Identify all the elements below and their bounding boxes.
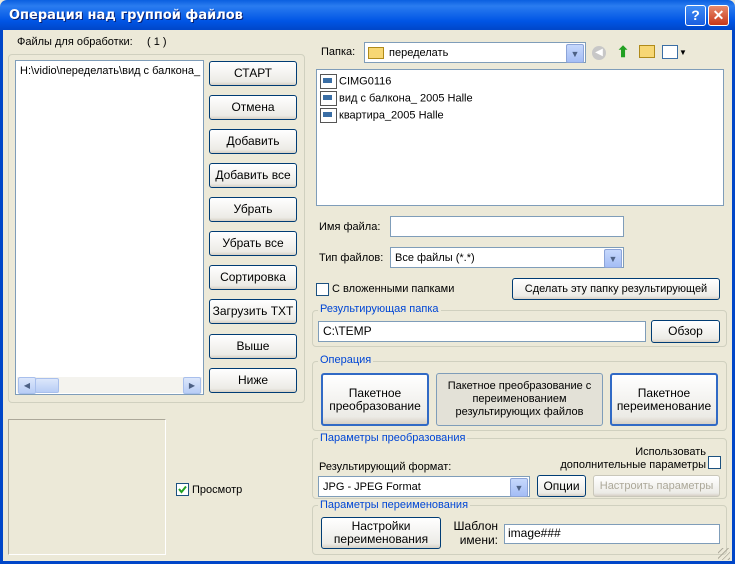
- close-button[interactable]: ✕: [708, 5, 729, 26]
- files-count: ( 1 ): [147, 36, 167, 48]
- operation-title: Операция: [318, 354, 374, 366]
- remove-button[interactable]: Убрать: [209, 197, 297, 222]
- cancel-button[interactable]: Отмена: [209, 95, 297, 120]
- filename-input[interactable]: [390, 216, 624, 237]
- add-all-button[interactable]: Добавить все: [209, 163, 297, 188]
- result-folder-input[interactable]: C:\TEMP: [318, 321, 646, 342]
- video-file-icon: [320, 74, 337, 89]
- up-button[interactable]: Выше: [209, 334, 297, 359]
- batch-convert-rename-button[interactable]: Пакетное преобразование с переименование…: [436, 373, 603, 426]
- start-button[interactable]: СТАРТ: [209, 61, 297, 86]
- chevron-down-icon[interactable]: ▼: [566, 44, 584, 63]
- batch-rename-button[interactable]: Пакетное переименование: [610, 373, 718, 426]
- subfolders-checkbox[interactable]: [316, 283, 329, 296]
- convert-params-title: Параметры преобразования: [318, 432, 468, 444]
- use-extra-label[interactable]: Использовать дополнительные параметры: [556, 446, 706, 472]
- folder-label: Папка:: [321, 46, 356, 58]
- format-value: JPG - JPEG Format: [323, 481, 421, 493]
- check-icon: [178, 485, 187, 494]
- video-file-icon: [320, 108, 337, 123]
- template-input[interactable]: image###: [504, 524, 720, 544]
- files-label: Файлы для обработки:: [17, 36, 133, 48]
- format-select[interactable]: JPG - JPEG Format ▼: [318, 476, 530, 497]
- list-item[interactable]: CIMG0116: [320, 74, 391, 89]
- make-result-folder-button[interactable]: Сделать эту папку результирующей: [512, 278, 720, 300]
- down-button[interactable]: Ниже: [209, 368, 297, 393]
- rename-params-title: Параметры переименования: [318, 499, 471, 511]
- sort-button[interactable]: Сортировка: [209, 265, 297, 290]
- resize-grip-icon[interactable]: [718, 548, 730, 560]
- template-label: Шаблон имени:: [453, 519, 498, 547]
- list-item[interactable]: вид с балкона_ 2005 Halle: [320, 91, 473, 106]
- preview-checkbox[interactable]: [176, 483, 189, 496]
- options-button[interactable]: Опции: [537, 475, 586, 497]
- view-menu-icon[interactable]: [662, 45, 678, 59]
- list-item[interactable]: H:\vidio\переделать\вид с балкона_: [20, 65, 204, 77]
- view-chevron-icon[interactable]: ▼: [679, 48, 687, 57]
- configure-params-button[interactable]: Настроить параметры: [593, 475, 720, 497]
- filetype-select[interactable]: Все файлы (*.*) ▼: [390, 247, 624, 268]
- browse-button[interactable]: Обзор: [651, 320, 720, 343]
- files-list[interactable]: H:\vidio\переделать\вид с балкона_ ◀ ▶: [15, 60, 204, 395]
- filename-label: Имя файла:: [319, 221, 381, 233]
- folder-files-list[interactable]: CIMG0116 вид с балкона_ 2005 Halle кварт…: [316, 69, 724, 206]
- filetype-label: Тип файлов:: [319, 252, 384, 264]
- folder-icon: [368, 46, 384, 59]
- rename-settings-button[interactable]: Настройки переименования: [321, 517, 441, 549]
- load-txt-button[interactable]: Загрузить TXT: [209, 299, 297, 324]
- list-item[interactable]: квартира_2005 Halle: [320, 108, 444, 123]
- horizontal-scrollbar[interactable]: ◀ ▶: [17, 377, 202, 394]
- chevron-down-icon[interactable]: ▼: [510, 478, 528, 497]
- chevron-down-icon[interactable]: ▼: [604, 249, 622, 268]
- format-label: Результирующий формат:: [319, 461, 452, 473]
- add-button[interactable]: Добавить: [209, 129, 297, 154]
- back-icon[interactable]: ◀: [592, 46, 606, 60]
- preview-label[interactable]: Просмотр: [192, 484, 242, 496]
- help-button[interactable]: ?: [685, 5, 706, 26]
- up-folder-icon[interactable]: ⬆: [615, 43, 631, 61]
- folder-select[interactable]: переделать ▼: [364, 42, 586, 63]
- window-title: Операция над группой файлов: [9, 8, 243, 23]
- scroll-left-icon[interactable]: ◀: [18, 377, 36, 394]
- scroll-right-icon[interactable]: ▶: [183, 377, 201, 394]
- subfolders-label[interactable]: С вложенными папками: [332, 283, 454, 295]
- batch-convert-button[interactable]: Пакетное преобразование: [321, 373, 429, 426]
- scroll-thumb[interactable]: [35, 378, 59, 393]
- use-extra-checkbox[interactable]: [708, 456, 721, 469]
- filetype-value: Все файлы (*.*): [395, 252, 475, 264]
- result-folder-title: Результирующая папка: [318, 303, 441, 315]
- video-file-icon: [320, 91, 337, 106]
- preview-area: [8, 419, 166, 555]
- folder-value: переделать: [389, 46, 449, 59]
- new-folder-icon[interactable]: [639, 45, 655, 58]
- remove-all-button[interactable]: Убрать все: [209, 231, 297, 256]
